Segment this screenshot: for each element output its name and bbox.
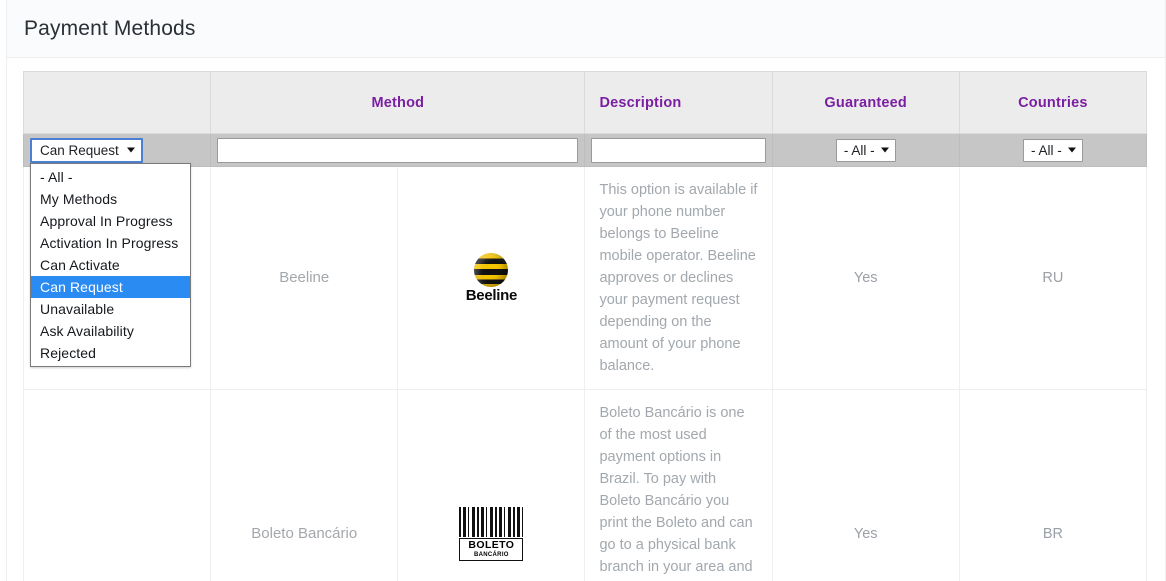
barcode-icon bbox=[459, 507, 524, 537]
chevron-down-icon bbox=[1067, 147, 1076, 153]
boleto-logo-subtext: BANCÁRIO bbox=[474, 552, 509, 558]
filter-cell-description bbox=[584, 133, 773, 167]
row-countries: BR bbox=[958, 389, 1148, 581]
header-row: Method Description Guaranteed Countries bbox=[22, 71, 1148, 134]
guaranteed-filter-value: - All - bbox=[843, 142, 875, 158]
dropdown-option[interactable]: - All - bbox=[31, 166, 190, 188]
card-body: Method Description Guaranteed Countries … bbox=[7, 58, 1165, 581]
header-method[interactable]: Method bbox=[210, 71, 586, 134]
row-description: Boleto Bancário is one of the most used … bbox=[584, 389, 773, 581]
filter-cell-countries: - All - bbox=[958, 133, 1148, 167]
boleto-bancario-logo-icon: BOLETO BANCÁRIO bbox=[459, 507, 524, 561]
filter-cell-status: Can Request - All - My Methods Approval … bbox=[22, 133, 212, 367]
table-row[interactable]: Beeline Beeline This option is available… bbox=[22, 166, 1148, 390]
page-title: Payment Methods bbox=[24, 16, 196, 40]
payment-methods-page: Payment Methods Method Description Guara… bbox=[0, 0, 1166, 581]
beeline-ball-icon bbox=[474, 253, 509, 287]
dropdown-option[interactable]: Unavailable bbox=[31, 298, 190, 320]
table-row[interactable]: Boleto Bancário BOLETO BANCÁRIO Boleto B… bbox=[22, 389, 1148, 581]
row-guaranteed: Yes bbox=[771, 389, 960, 581]
filter-cell-guaranteed: - All - bbox=[771, 133, 960, 167]
chevron-down-icon bbox=[126, 147, 135, 153]
payment-methods-card: Payment Methods Method Description Guara… bbox=[6, 0, 1166, 581]
row-guaranteed: Yes bbox=[771, 166, 960, 390]
dropdown-option[interactable]: Ask Availability bbox=[31, 320, 190, 342]
boleto-label: BOLETO BANCÁRIO bbox=[459, 538, 524, 561]
row-countries: RU bbox=[958, 166, 1148, 390]
beeline-logo-text: Beeline bbox=[465, 287, 518, 304]
table-body: Beeline Beeline This option is available… bbox=[22, 166, 1148, 581]
chevron-down-icon bbox=[880, 147, 889, 153]
dropdown-option[interactable]: Approval In Progress bbox=[31, 210, 190, 232]
method-filter-input[interactable] bbox=[217, 137, 579, 163]
dropdown-option[interactable]: Rejected bbox=[31, 342, 190, 364]
countries-filter-value: - All - bbox=[1031, 142, 1062, 158]
filter-cell-method bbox=[210, 133, 586, 167]
row-logo-cell: Beeline bbox=[397, 166, 586, 390]
status-filter-value: Can Request bbox=[40, 142, 119, 158]
header-guaranteed[interactable]: Guaranteed bbox=[771, 71, 960, 134]
boleto-logo-text: BOLETO bbox=[468, 539, 515, 551]
row-expand-cell bbox=[22, 389, 212, 581]
dropdown-option-selected[interactable]: Can Request bbox=[31, 275, 190, 298]
row-description: This option is available if your phone n… bbox=[584, 166, 773, 390]
description-filter-input[interactable] bbox=[591, 137, 766, 163]
filter-row: Can Request - All - My Methods Approval … bbox=[22, 133, 1148, 367]
row-logo-cell: BOLETO BANCÁRIO bbox=[397, 389, 586, 581]
payment-methods-table: Method Description Guaranteed Countries … bbox=[22, 71, 1148, 581]
status-filter-wrap: Can Request - All - My Methods Approval … bbox=[30, 137, 204, 367]
dropdown-option[interactable]: Activation In Progress bbox=[31, 232, 190, 254]
guaranteed-filter-select[interactable]: - All - bbox=[835, 138, 896, 162]
card-header: Payment Methods bbox=[7, 0, 1165, 58]
beeline-logo-icon: Beeline bbox=[446, 253, 536, 303]
row-method-name: Beeline bbox=[210, 166, 399, 390]
table-header: Method Description Guaranteed Countries bbox=[22, 71, 1148, 134]
header-expand bbox=[22, 71, 212, 134]
dropdown-option[interactable]: My Methods bbox=[31, 188, 190, 210]
header-countries[interactable]: Countries bbox=[958, 71, 1148, 134]
countries-filter-select[interactable]: - All - bbox=[1023, 138, 1083, 162]
filter-row-body: Can Request - All - My Methods Approval … bbox=[22, 133, 1148, 367]
row-method-name: Boleto Bancário bbox=[210, 389, 399, 581]
status-filter-dropdown[interactable]: - All - My Methods Approval In Progress … bbox=[30, 162, 191, 367]
header-description[interactable]: Description bbox=[584, 71, 773, 134]
dropdown-option[interactable]: Can Activate bbox=[31, 254, 190, 276]
status-filter-select[interactable]: Can Request bbox=[30, 137, 143, 163]
